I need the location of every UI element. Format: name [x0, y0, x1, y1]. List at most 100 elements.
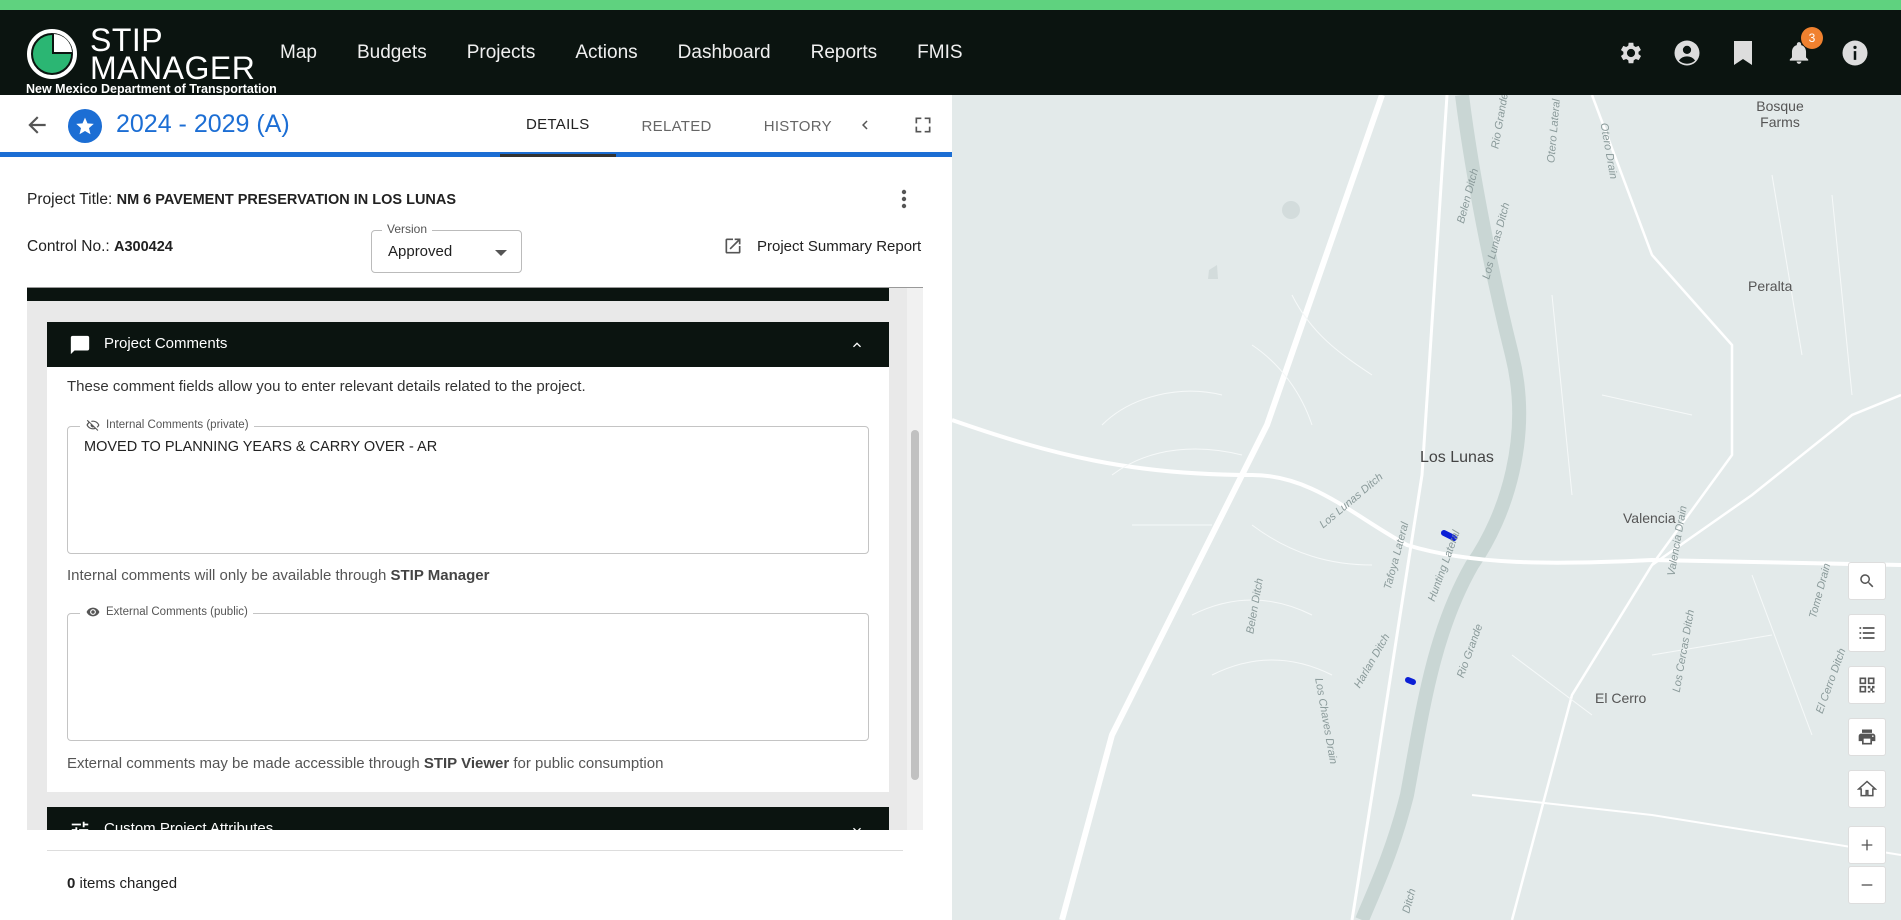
version-select-value: Approved — [388, 243, 453, 260]
pond — [1208, 265, 1218, 279]
vertical-scrollbar[interactable] — [907, 288, 923, 830]
items-changed-status: 0 items changed — [67, 875, 177, 892]
map-zoom-out-button[interactable] — [1848, 866, 1886, 904]
footer-divider — [47, 850, 903, 851]
search-icon — [1860, 574, 1874, 588]
items-changed-text: items changed — [75, 875, 178, 892]
more-vert-icon[interactable] — [894, 187, 914, 211]
project-header: 2024 - 2029 (A) DETAILS RELATED HISTORY — [0, 95, 952, 157]
pond — [1282, 201, 1300, 219]
internal-comments-label: Internal Comments (private) — [80, 418, 254, 432]
custom-project-attributes-title: Custom Project Attributes — [104, 820, 274, 830]
zoom-out-icon — [1861, 884, 1873, 886]
nav-item-budgets[interactable]: Budgets — [357, 42, 427, 64]
control-number-row: Control No.: A300424 — [27, 238, 173, 256]
internal-comments-value[interactable]: MOVED TO PLANNING YEARS & CARRY OVER - A… — [84, 439, 854, 455]
internal-comments-helper: Internal comments will only be available… — [67, 567, 489, 584]
star-icon — [76, 117, 94, 135]
account-button[interactable] — [1671, 37, 1703, 69]
settings-button[interactable] — [1615, 37, 1647, 69]
chevron-left-icon[interactable] — [856, 116, 874, 134]
notifications-button[interactable]: 3 — [1783, 26, 1823, 69]
custom-project-attributes-header[interactable]: Custom Project Attributes — [47, 807, 889, 830]
bookmark-button[interactable] — [1727, 37, 1759, 69]
control-number-label: Control No.: — [27, 238, 110, 255]
tab-history[interactable]: HISTORY — [738, 95, 858, 157]
project-marker-segment[interactable] — [1405, 677, 1416, 685]
chevron-down-icon — [853, 827, 861, 830]
external-helper-strong: STIP Viewer — [423, 755, 510, 772]
map-label-bosque-farms: Bosque Farms — [1756, 98, 1804, 130]
tab-details[interactable]: DETAILS — [500, 95, 616, 157]
info-button[interactable] — [1839, 37, 1871, 69]
internal-comments-field[interactable]: Internal Comments (private) MOVED TO PLA… — [67, 418, 869, 554]
internal-comments-label-text: Internal Comments (private) — [106, 419, 249, 431]
print-icon — [1858, 729, 1876, 745]
external-comments-label: External Comments (public) — [80, 605, 253, 619]
map-label-los-lunas: Los Lunas — [1420, 449, 1494, 466]
previous-section-header[interactable] — [27, 288, 889, 301]
map-view[interactable]: Bosque Farms Peralta Los Lunas Valencia … — [952, 95, 1901, 920]
map-legend-button[interactable] — [1848, 614, 1886, 652]
chevron-up-icon — [853, 342, 861, 348]
nav-icon-group: 3 — [1615, 10, 1871, 95]
external-helper-prefix: External comments may be made accessible… — [67, 755, 424, 772]
nav-item-reports[interactable]: Reports — [811, 42, 878, 64]
project-comments-header[interactable]: Project Comments — [47, 322, 889, 367]
nav-item-actions[interactable]: Actions — [575, 42, 637, 64]
highway-nm6 — [952, 418, 1901, 567]
map-qr-button[interactable] — [1848, 666, 1886, 704]
version-select[interactable]: Version Approved — [371, 222, 522, 273]
tune-icon — [71, 821, 89, 830]
info-icon — [1842, 40, 1868, 65]
nav-item-projects[interactable]: Projects — [467, 42, 536, 64]
nav-item-dashboard[interactable]: Dashboard — [678, 42, 771, 64]
fullscreen-icon[interactable] — [913, 115, 933, 135]
road-ne — [1651, 393, 1901, 567]
stip-title: 2024 - 2029 (A) — [116, 110, 290, 138]
project-title-value: NM 6 PAVEMENT PRESERVATION IN LOS LUNAS — [116, 192, 457, 208]
project-details-panel: 2024 - 2029 (A) DETAILS RELATED HISTORY … — [0, 95, 952, 920]
external-comments-helper: External comments may be made accessible… — [67, 755, 663, 772]
eye-off-icon — [86, 419, 100, 431]
details-scroll-area[interactable]: Project Comments These comment fields al… — [27, 287, 923, 830]
nav-item-fmis[interactable]: FMIS — [917, 42, 962, 64]
project-title-label: Project Title: — [27, 191, 113, 208]
project-summary-report-link[interactable]: Project Summary Report — [723, 236, 921, 256]
main-nav: Map Budgets Projects Actions Dashboard R… — [280, 10, 1003, 95]
open-in-new-icon — [725, 238, 741, 254]
road-east — [1510, 95, 1734, 920]
map-search-button[interactable] — [1848, 562, 1886, 600]
external-helper-suffix: for public consumption — [509, 755, 664, 772]
map-home-button[interactable] — [1848, 770, 1886, 808]
map-print-button[interactable] — [1848, 718, 1886, 756]
eye-icon — [86, 607, 100, 617]
gear-icon — [1620, 42, 1642, 63]
favorite-star-button[interactable] — [68, 109, 102, 143]
internal-helper-strong: STIP Manager — [390, 567, 490, 584]
back-arrow-icon[interactable] — [24, 112, 50, 138]
logo-mark-icon — [27, 29, 77, 79]
nav-item-map[interactable]: Map — [280, 42, 317, 64]
external-comments-label-text: External Comments (public) — [106, 606, 248, 618]
external-comments-field[interactable]: External Comments (public) — [67, 605, 869, 741]
comments-description: These comment fields allow you to enter … — [67, 378, 586, 395]
control-number-value: A300424 — [114, 239, 173, 255]
comment-icon — [70, 335, 90, 355]
app-logo[interactable]: STIP MANAGER New Mexico Department of Tr… — [26, 18, 277, 96]
logo-subtitle: New Mexico Department of Transportation — [26, 82, 277, 96]
top-accent-bar — [0, 0, 1901, 10]
top-navigation: STIP MANAGER New Mexico Department of Tr… — [0, 10, 1901, 96]
detail-tabs: DETAILS RELATED HISTORY — [500, 95, 858, 157]
project-comments-body: These comment fields allow you to enter … — [47, 367, 889, 792]
account-circle-icon — [1674, 40, 1700, 65]
bookmark-icon — [1734, 40, 1752, 65]
zoom-in-icon — [1861, 839, 1873, 851]
tab-related[interactable]: RELATED — [616, 95, 738, 157]
home-icon — [1857, 780, 1877, 797]
map-canvas — [952, 95, 1901, 920]
map-zoom-in-button[interactable] — [1848, 826, 1886, 864]
scrollbar-thumb[interactable] — [911, 430, 919, 780]
project-title-row: Project Title: NM 6 PAVEMENT PRESERVATIO… — [27, 191, 456, 209]
notification-badge: 3 — [1801, 26, 1823, 49]
